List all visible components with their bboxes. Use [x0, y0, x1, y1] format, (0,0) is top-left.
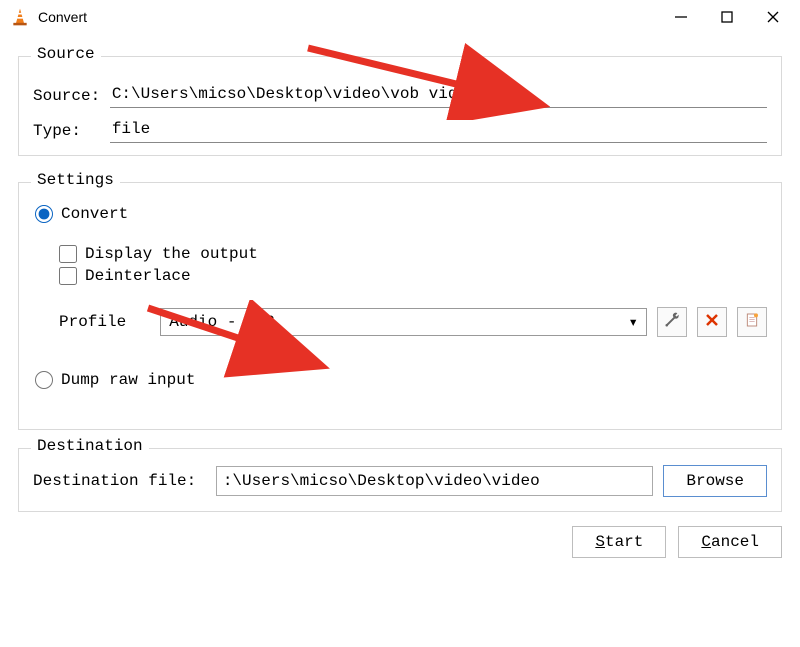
type-field	[110, 118, 767, 143]
source-label: Source:	[33, 87, 110, 105]
display-output-label: Display the output	[85, 245, 258, 263]
settings-legend: Settings	[31, 171, 120, 189]
wrench-icon	[664, 312, 680, 333]
new-profile-button[interactable]	[737, 307, 767, 337]
convert-radio[interactable]	[35, 205, 53, 223]
destination-legend: Destination	[31, 437, 149, 455]
minimize-button[interactable]	[658, 2, 704, 32]
source-legend: Source	[31, 45, 101, 63]
chevron-down-icon: ▾	[628, 312, 638, 332]
x-icon	[705, 313, 719, 332]
type-label: Type:	[33, 122, 110, 140]
convert-radio-label: Convert	[61, 205, 128, 223]
display-output-checkbox-row[interactable]: Display the output	[59, 245, 767, 263]
maximize-button[interactable]	[704, 2, 750, 32]
profile-select-value: Audio - MP3	[169, 313, 275, 331]
deinterlace-label: Deinterlace	[85, 267, 191, 285]
profile-row: Profile Audio - MP3 ▾	[59, 307, 767, 337]
dump-raw-radio-row[interactable]: Dump raw input	[35, 371, 767, 389]
dump-raw-label: Dump raw input	[61, 371, 195, 389]
source-group: Source Source: Type:	[18, 56, 782, 156]
profile-select[interactable]: Audio - MP3 ▾	[160, 308, 647, 336]
new-document-icon	[744, 312, 760, 333]
window-title: Convert	[38, 9, 658, 25]
vlc-cone-icon	[10, 7, 30, 27]
deinterlace-checkbox-row[interactable]: Deinterlace	[59, 267, 767, 285]
destination-group: Destination Destination file: Browse	[18, 448, 782, 512]
titlebar: Convert	[0, 0, 800, 34]
source-path-field	[110, 83, 767, 108]
close-button[interactable]	[750, 2, 796, 32]
dump-raw-radio[interactable]	[35, 371, 53, 389]
deinterlace-checkbox[interactable]	[59, 267, 77, 285]
profile-label: Profile	[59, 313, 126, 331]
convert-radio-row[interactable]: Convert	[35, 205, 767, 223]
delete-profile-button[interactable]	[697, 307, 727, 337]
display-output-checkbox[interactable]	[59, 245, 77, 263]
cancel-button[interactable]: Cancel	[678, 526, 782, 558]
destination-file-input[interactable]	[216, 466, 654, 496]
cancel-button-rest: ancel	[711, 533, 759, 551]
edit-profile-button[interactable]	[657, 307, 687, 337]
destination-file-label: Destination file:	[33, 472, 206, 490]
start-button[interactable]: Start	[572, 526, 666, 558]
dialog-footer: Start Cancel	[0, 512, 800, 558]
settings-group: Settings Convert Display the output Dein…	[18, 182, 782, 430]
start-button-rest: tart	[605, 533, 643, 551]
browse-button[interactable]: Browse	[663, 465, 767, 497]
